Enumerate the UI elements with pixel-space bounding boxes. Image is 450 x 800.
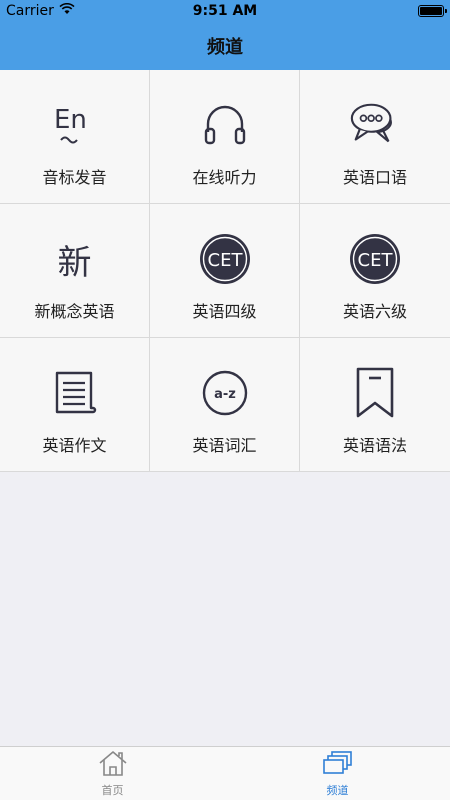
xin-glyph: 新 xyxy=(57,242,92,283)
cet-badge-icon: CET xyxy=(198,232,252,286)
tab-channels[interactable]: 频道 xyxy=(225,747,450,800)
cet-text: CET xyxy=(358,250,394,271)
channel-cet6[interactable]: CET 英语六级 xyxy=(300,204,450,338)
tab-bar: 首页 频道 xyxy=(0,746,450,800)
channels-icon xyxy=(322,750,353,780)
channel-grammar[interactable]: 英语语法 xyxy=(300,338,450,472)
channel-label: 英语六级 xyxy=(342,302,407,321)
channel-phonetics[interactable]: En 音标发音 xyxy=(0,70,150,204)
status-left: Carrier xyxy=(6,2,126,19)
tab-label: 首页 xyxy=(101,783,124,797)
channel-new-concept[interactable]: 新 新概念英语 xyxy=(0,204,150,338)
channel-label: 英语语法 xyxy=(342,436,407,455)
nav-bar: 频道 xyxy=(0,22,450,70)
bookmark-icon xyxy=(348,366,402,420)
cet-badge-icon: CET xyxy=(348,232,402,286)
a-z-icon: a-z xyxy=(198,366,252,420)
channel-grid: En 音标发音 在线听力 英语口语 新 新概念英语 CET 英语四级 CET 英… xyxy=(0,70,450,472)
channel-listening[interactable]: 在线听力 xyxy=(150,70,300,204)
xin-character-icon: 新 xyxy=(48,232,102,286)
wifi-icon xyxy=(59,2,75,19)
channel-label: 新概念英语 xyxy=(34,302,115,321)
channel-label: 英语作文 xyxy=(42,436,107,455)
en-phonetic-icon: En xyxy=(48,98,102,152)
channel-label: 英语四级 xyxy=(192,302,257,321)
home-icon xyxy=(98,750,128,780)
channel-label: 英语口语 xyxy=(342,168,407,187)
headphones-icon xyxy=(198,98,252,152)
cet-text: CET xyxy=(207,250,243,271)
chat-bubbles-icon xyxy=(348,98,402,152)
tab-label: 频道 xyxy=(326,783,349,797)
tab-home[interactable]: 首页 xyxy=(0,747,225,800)
channel-label: 音标发音 xyxy=(42,168,107,187)
document-icon xyxy=(48,366,102,420)
channel-speaking[interactable]: 英语口语 xyxy=(300,70,450,204)
channel-label: 英语词汇 xyxy=(192,436,257,455)
page-title: 频道 xyxy=(207,37,243,58)
battery-icon xyxy=(418,5,447,17)
svg-text:En: En xyxy=(54,105,87,135)
status-bar: Carrier 9:51 AM xyxy=(0,0,450,22)
status-right xyxy=(324,5,447,17)
channel-vocabulary[interactable]: a-z 英语词汇 xyxy=(150,338,300,472)
channel-cet4[interactable]: CET 英语四级 xyxy=(150,204,300,338)
carrier-label: Carrier xyxy=(6,3,54,19)
a-z-text: a-z xyxy=(214,387,236,402)
channel-writing[interactable]: 英语作文 xyxy=(0,338,150,472)
channel-label: 在线听力 xyxy=(192,168,257,187)
status-time: 9:51 AM xyxy=(192,3,258,19)
